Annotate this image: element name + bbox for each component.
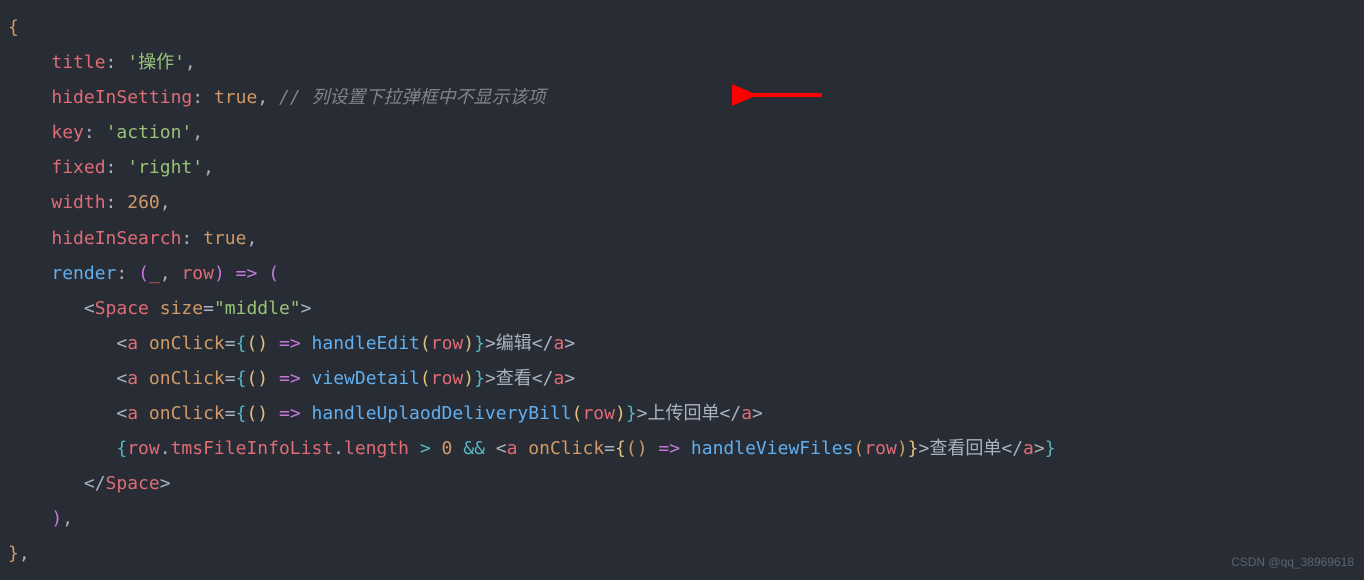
jsx-tag-a4: a xyxy=(507,438,518,459)
jsx-close-a1: a xyxy=(553,333,564,354)
code-line-14: </Space> xyxy=(8,466,1356,501)
jsx-tag-a1: a xyxy=(127,333,138,354)
prop-key: key xyxy=(51,122,84,143)
func-viewFiles: handleViewFiles xyxy=(691,438,854,459)
prop-render: render xyxy=(51,263,116,284)
code-line-11: <a onClick={() => viewDetail(row)}>查看</a… xyxy=(8,361,1356,396)
text-viewbill: 查看回单 xyxy=(929,438,1001,459)
code-block: { title: '操作', hideInSetting: true, // 列… xyxy=(8,10,1356,572)
attr-size-val: "middle" xyxy=(214,298,301,319)
attr-size: size xyxy=(160,298,203,319)
code-line-2: title: '操作', xyxy=(8,45,1356,80)
code-line-16: }, xyxy=(8,536,1356,571)
func-handleEdit: handleEdit xyxy=(312,333,420,354)
jsx-close-a3: a xyxy=(741,403,752,424)
prop-hideInSearch: hideInSearch xyxy=(51,228,181,249)
jsx-tag-a2: a xyxy=(127,368,138,389)
val-title: '操作' xyxy=(127,52,185,73)
param-underscore: _ xyxy=(149,263,160,284)
prop-title: title xyxy=(51,52,105,73)
code-line-3: hideInSetting: true, // 列设置下拉弹框中不显示该项 xyxy=(8,80,1356,115)
jsx-close-space: Space xyxy=(106,473,160,494)
code-line-8: render: (_, row) => ( xyxy=(8,256,1356,291)
code-line-5: fixed: 'right', xyxy=(8,150,1356,185)
obj-row: row xyxy=(127,438,160,459)
arg-row1: row xyxy=(431,333,464,354)
func-uploadBill: handleUplaodDeliveryBill xyxy=(312,403,572,424)
arg-row4: row xyxy=(864,438,897,459)
code-line-13: {row.tmsFileInfoList.length > 0 && <a on… xyxy=(8,431,1356,466)
code-line-9: <Space size="middle"> xyxy=(8,291,1356,326)
attr-onclick3: onClick xyxy=(149,403,225,424)
code-line-6: width: 260, xyxy=(8,185,1356,220)
text-edit: 编辑 xyxy=(496,333,532,354)
code-line-12: <a onClick={() => handleUplaodDeliveryBi… xyxy=(8,396,1356,431)
val-fixed: 'right' xyxy=(127,157,203,178)
prop-hideInSetting: hideInSetting xyxy=(51,87,192,108)
arg-row2: row xyxy=(431,368,464,389)
code-line-7: hideInSearch: true, xyxy=(8,221,1356,256)
watermark-text: CSDN @qq_38969618 xyxy=(1231,551,1354,574)
jsx-close-a2: a xyxy=(553,368,564,389)
prop-width: width xyxy=(51,192,105,213)
prop-fixed: fixed xyxy=(51,157,105,178)
jsx-close-a4: a xyxy=(1023,438,1034,459)
code-line-4: key: 'action', xyxy=(8,115,1356,150)
jsx-tag-space: Space xyxy=(95,298,149,319)
val-hideInSearch: true xyxy=(203,228,246,249)
attr-onclick4: onClick xyxy=(528,438,604,459)
val-width: 260 xyxy=(127,192,160,213)
attr-onclick2: onClick xyxy=(149,368,225,389)
param-row: row xyxy=(181,263,214,284)
prop-length: length xyxy=(344,438,409,459)
comment-hideInSetting: // 列设置下拉弹框中不显示该项 xyxy=(279,87,546,108)
prop-tmsFileInfoList: tmsFileInfoList xyxy=(171,438,334,459)
jsx-tag-a3: a xyxy=(127,403,138,424)
open-brace: { xyxy=(8,17,19,38)
val-hideInSetting: true xyxy=(214,87,257,108)
val-key: 'action' xyxy=(106,122,193,143)
code-line-10: <a onClick={() => handleEdit(row)}>编辑</a… xyxy=(8,326,1356,361)
code-line-15: ), xyxy=(8,501,1356,536)
text-view: 查看 xyxy=(496,368,532,389)
attr-onclick1: onClick xyxy=(149,333,225,354)
arg-row3: row xyxy=(582,403,615,424)
func-viewDetail: viewDetail xyxy=(312,368,420,389)
code-line-1: { xyxy=(8,10,1356,45)
text-upload: 上传回单 xyxy=(648,403,720,424)
num-zero: 0 xyxy=(442,438,453,459)
